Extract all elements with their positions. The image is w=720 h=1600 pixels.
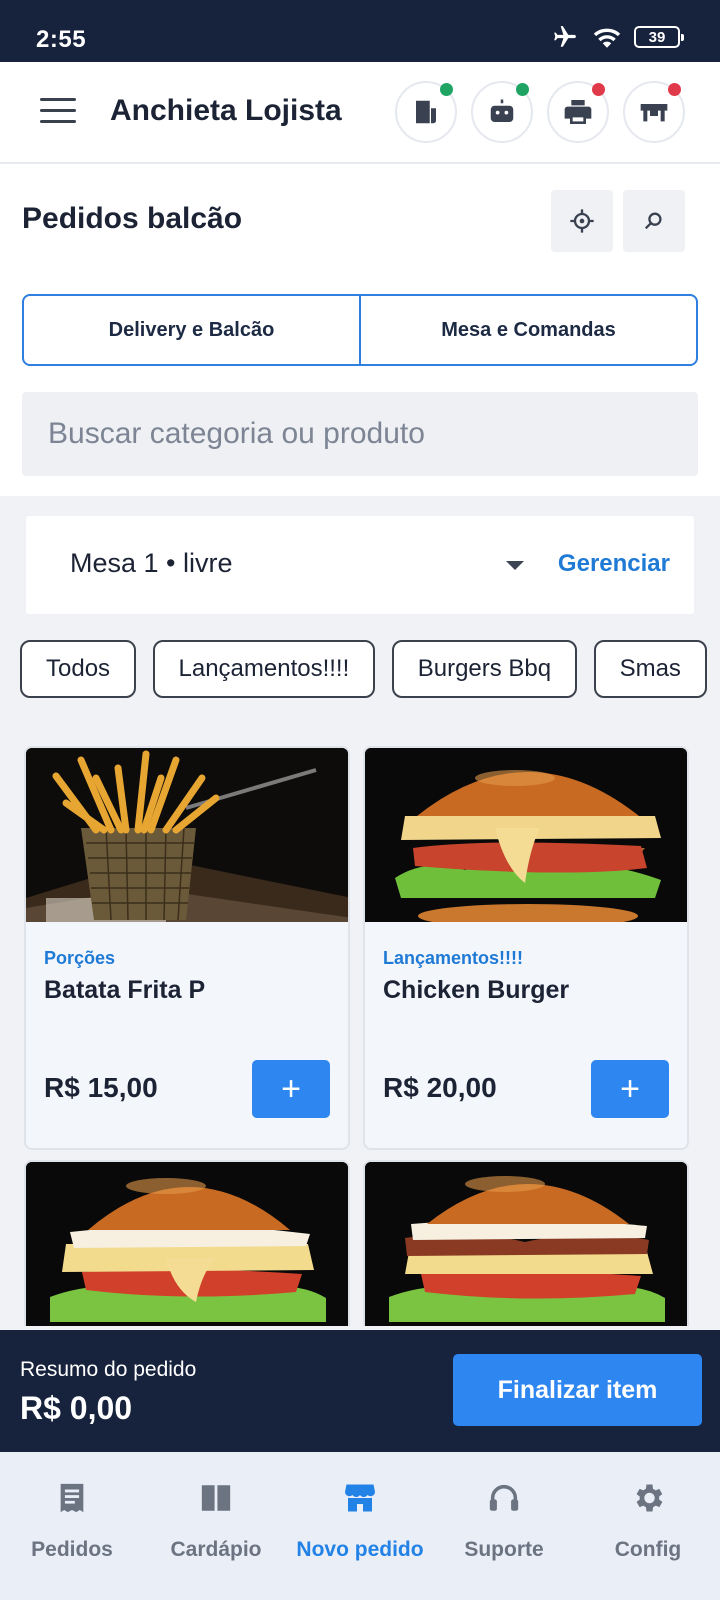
nav-label: Novo pedido — [296, 1538, 424, 1561]
nav-label: Suporte — [464, 1538, 544, 1561]
product-card[interactable]: Lançamentos!!!! Chicken Burger R$ 20,00 … — [363, 746, 689, 1150]
printer-icon — [564, 100, 592, 124]
add-to-order-button[interactable]: + — [591, 1060, 669, 1118]
order-summary-label: Resumo do pedido — [20, 1358, 197, 1381]
table-selector[interactable]: Mesa 1 • livre Gerenciar — [26, 516, 694, 614]
wifi-icon — [593, 28, 621, 48]
airplane-icon — [554, 26, 576, 47]
status-icons: 39 — [550, 24, 684, 50]
robot-icon — [490, 99, 514, 122]
robot-status-button[interactable] — [471, 81, 533, 143]
search-button[interactable] — [623, 190, 685, 252]
headset-icon — [489, 1484, 519, 1511]
locate-button[interactable] — [551, 190, 613, 252]
crosshair-icon — [570, 209, 594, 233]
receipt-status-button[interactable] — [395, 81, 457, 143]
product-price: R$ 15,00 — [44, 1072, 158, 1103]
product-price: R$ 20,00 — [383, 1072, 497, 1103]
status-time: 2:55 — [36, 26, 87, 53]
receipt-icon — [416, 100, 436, 124]
product-card[interactable] — [24, 1160, 350, 1326]
nav-label: Pedidos — [31, 1538, 113, 1561]
order-total: R$ 0,00 — [20, 1390, 133, 1426]
nav-suporte[interactable]: Suporte — [432, 1452, 576, 1600]
nav-pedidos[interactable]: Pedidos — [0, 1452, 144, 1600]
category-chips: Todos Lançamentos!!!! Burgers Bbq Smas — [20, 640, 720, 698]
status-bar: 2:55 39 — [0, 0, 720, 62]
manage-tables-link[interactable]: Gerenciar — [558, 550, 670, 578]
status-dot — [668, 83, 681, 96]
store-name: Anchieta Lojista — [110, 94, 342, 127]
search-icon — [644, 212, 662, 230]
product-image-egg-burger — [26, 1162, 348, 1326]
chip-smash[interactable]: Smas — [593, 640, 707, 698]
battery-icon: 39 — [634, 26, 684, 48]
receipt-icon — [60, 1483, 84, 1513]
book-icon — [201, 1485, 231, 1511]
store-status-button[interactable] — [623, 81, 685, 143]
page-top-section: Pedidos balcão Delivery e Balcão Mesa e … — [0, 164, 720, 496]
product-image-bacon-burger — [365, 1162, 687, 1326]
finish-item-button[interactable]: Finalizar item — [453, 1354, 702, 1426]
product-grid: Porções Batata Frita P R$ 15,00 + Lançam… — [24, 746, 696, 1326]
nav-config[interactable]: Config — [576, 1452, 720, 1600]
product-category: Lançamentos!!!! — [383, 948, 524, 968]
chevron-down-icon[interactable] — [506, 561, 524, 570]
app-header: Anchieta Lojista — [0, 62, 720, 164]
product-card[interactable]: Porções Batata Frita P R$ 15,00 + — [24, 746, 350, 1150]
tab-mesa-comandas[interactable]: Mesa e Comandas — [359, 296, 696, 364]
nav-label: Cardápio — [170, 1538, 262, 1561]
chip-lancamentos[interactable]: Lançamentos!!!! — [152, 640, 376, 698]
selected-table[interactable]: Mesa 1 • livre — [70, 548, 233, 579]
add-to-order-button[interactable]: + — [252, 1060, 330, 1118]
bottom-navigation: Pedidos Cardápio Novo pedido Suporte Con… — [0, 1452, 720, 1600]
page-title: Pedidos balcão — [22, 202, 243, 235]
order-type-toggle: Delivery e Balcão Mesa e Comandas — [22, 294, 698, 366]
product-category: Porções — [44, 948, 116, 968]
search-input[interactable] — [22, 392, 698, 476]
hamburger-menu-icon[interactable] — [40, 98, 76, 126]
nav-cardapio[interactable]: Cardápio — [144, 1452, 288, 1600]
chip-todos[interactable]: Todos — [20, 640, 137, 698]
status-dot — [516, 83, 529, 96]
store-icon — [640, 104, 668, 122]
gear-icon — [636, 1484, 663, 1512]
chip-burgers-bbq[interactable]: Burgers Bbq — [391, 640, 578, 698]
status-dot — [440, 83, 453, 96]
product-name: Batata Frita P — [44, 976, 206, 1004]
status-dot — [592, 83, 605, 96]
product-card[interactable] — [363, 1160, 689, 1326]
printer-status-button[interactable] — [547, 81, 609, 143]
product-image-chicken-burger — [365, 748, 687, 922]
order-summary-bar: Resumo do pedido R$ 0,00 Finalizar item — [0, 1330, 720, 1452]
nav-label: Config — [614, 1538, 682, 1561]
storefront-icon — [345, 1484, 375, 1512]
product-name: Chicken Burger — [383, 976, 570, 1004]
nav-novo-pedido[interactable]: Novo pedido — [288, 1452, 432, 1600]
tab-delivery-balcao[interactable]: Delivery e Balcão — [24, 296, 359, 364]
product-image-fries — [26, 748, 348, 922]
